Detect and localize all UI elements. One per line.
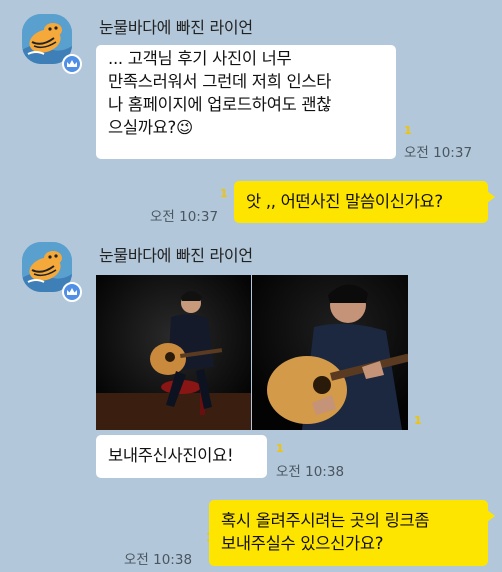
message-bubble[interactable]: 혹시 올려주시려는 곳의 링크좀 보내주실수 있으신가요? xyxy=(209,500,495,566)
message-time: 오전 10:38 xyxy=(276,464,345,480)
unread-count: 1 xyxy=(276,442,284,455)
message-text: 보내주신사진이요! xyxy=(108,446,234,465)
message-line: ... 고객님 후기 사진이 너무 xyxy=(108,49,292,68)
message-line: 보내주실수 있으신가요? xyxy=(221,534,384,553)
message-line: 혹시 올려주시려는 곳의 링크좀 xyxy=(221,511,430,530)
unread-count: 1 xyxy=(404,124,412,137)
unread-count: 1 xyxy=(414,414,422,427)
guitar-player-photo-1[interactable] xyxy=(96,275,251,430)
official-badge-icon xyxy=(62,54,82,74)
message-bubble[interactable]: 앗 ,, 어떤사진 말씀이신가요? xyxy=(234,181,495,223)
message-line: 나 홈페이지에 업로드하여도 괜찮 xyxy=(108,95,332,114)
official-badge-icon xyxy=(62,282,82,302)
message-line: 으실까요?😉 xyxy=(108,118,193,137)
sender-name: 눈물바다에 빠진 라이언 xyxy=(99,246,253,265)
message-bubble[interactable]: ... 고객님 후기 사진이 너무 만족스러워서 그런데 저희 인스타 나 홈페… xyxy=(96,45,396,159)
message-text: 앗 ,, 어떤사진 말씀이신가요? xyxy=(246,192,443,211)
sender-name: 눈물바다에 빠진 라이언 xyxy=(99,18,253,37)
message-time: 오전 10:37 xyxy=(150,209,219,225)
message-time: 오전 10:38 xyxy=(124,552,193,568)
guitar-player-photo-2[interactable] xyxy=(252,275,408,430)
message-time: 오전 10:37 xyxy=(404,145,473,161)
message-bubble[interactable]: 보내주신사진이요! xyxy=(96,435,267,478)
message-line: 만족스러워서 그런데 저희 인스타 xyxy=(108,72,332,91)
unread-count: 1 xyxy=(220,187,228,200)
